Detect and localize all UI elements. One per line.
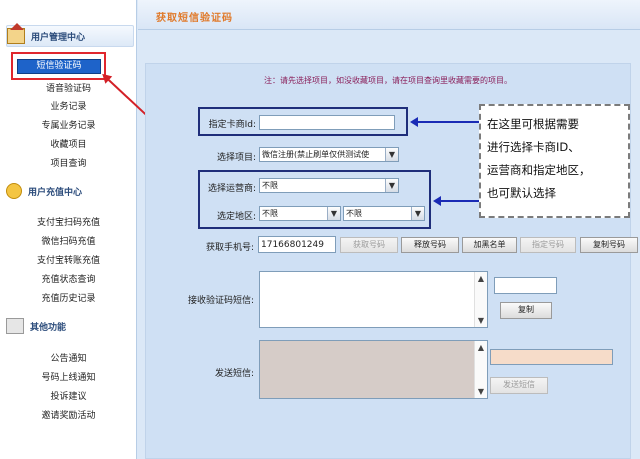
province-value: 不限 (262, 209, 278, 218)
city-value: 不限 (346, 209, 362, 218)
nav-project-query[interactable]: 项目查询 (0, 156, 137, 172)
receive-sms-textarea[interactable]: ▲ ▼ (259, 271, 488, 328)
nav-favorites[interactable]: 收藏项目 (0, 137, 137, 153)
operator-label: 选择运营商: (207, 184, 256, 194)
operator-value: 不限 (262, 181, 278, 190)
tools-icon (6, 318, 24, 334)
send-target-input[interactable] (490, 349, 613, 365)
section-title: 用户充值中心 (28, 187, 83, 198)
chevron-down-icon: ▼ (411, 207, 424, 220)
section-title: 其他功能 (30, 322, 67, 333)
send-sms-button[interactable]: 发送短信 (490, 377, 548, 394)
card-merchant-label: 指定卡商Id: (208, 120, 256, 130)
nav-number-online[interactable]: 号码上线通知 (0, 370, 137, 386)
nav-business-records[interactable]: 业务记录 (0, 99, 137, 115)
home-icon (7, 23, 25, 44)
nav-announcements[interactable]: 公告通知 (0, 351, 137, 367)
card-merchant-input[interactable] (259, 115, 395, 130)
nav-exclusive-records[interactable]: 专属业务记录 (0, 118, 137, 134)
nav-recharge-status[interactable]: 充值状态查询 (0, 272, 137, 288)
page-title: 获取短信验证码 (156, 13, 233, 24)
nav-alipay-scan[interactable]: 支付宝扫码充值 (0, 215, 137, 231)
section-other[interactable]: 其他功能 (6, 315, 134, 337)
callout-line: 在这里可根据需要 (487, 117, 579, 131)
operator-select[interactable]: 不限 ▼ (259, 178, 399, 193)
province-select[interactable]: 不限 ▼ (259, 206, 341, 221)
nav-sms-code[interactable]: 短信验证码 (17, 59, 101, 74)
nav-invite-rewards[interactable]: 邀请奖励活动 (0, 408, 137, 424)
phone-label: 获取手机号: (205, 243, 254, 253)
nav-complaints[interactable]: 投诉建议 (0, 389, 137, 405)
coin-icon (6, 183, 22, 199)
title-bar: 获取短信验证码 (138, 0, 640, 30)
region-label: 选定地区: (216, 212, 256, 222)
scroll-up-icon[interactable]: ▲ (476, 343, 486, 352)
sidebar: 用户管理中心 短信验证码 语音验证码 业务记录 专属业务记录 收藏项目 项目查询… (0, 0, 137, 459)
project-select[interactable]: 微信注册(禁止刷单仅供测试使 ▼ (259, 147, 399, 162)
receive-sms-label: 接收验证码短信: (187, 296, 254, 306)
nav-recharge-history[interactable]: 充值历史记录 (0, 291, 137, 307)
section-recharge[interactable]: 用户充值中心 (6, 180, 134, 202)
get-number-button[interactable]: 获取号码 (340, 237, 398, 253)
callout-line: 进行选择卡商ID、 (487, 140, 580, 154)
nav-wechat-scan[interactable]: 微信扫码充值 (0, 234, 137, 250)
release-number-button[interactable]: 释放号码 (401, 237, 459, 253)
phone-number-input[interactable] (258, 236, 336, 253)
scroll-down-icon[interactable]: ▼ (476, 316, 486, 325)
city-select[interactable]: 不限 ▼ (343, 206, 425, 221)
specify-number-button[interactable]: 指定号码 (520, 237, 576, 253)
scroll-up-icon[interactable]: ▲ (476, 274, 486, 283)
annotation-callout: 在这里可根据需要 进行选择卡商ID、 运营商和指定地区， 也可默认选择 (479, 104, 630, 218)
scrollbar[interactable]: ▲ ▼ (474, 341, 487, 398)
callout-line: 运营商和指定地区， (487, 163, 591, 177)
chevron-down-icon: ▼ (327, 207, 340, 220)
code-output-input[interactable] (494, 277, 557, 294)
chevron-down-icon: ▼ (385, 148, 398, 161)
copy-number-button[interactable]: 复制号码 (580, 237, 638, 253)
scroll-down-icon[interactable]: ▼ (476, 387, 486, 396)
chevron-down-icon: ▼ (385, 179, 398, 192)
section-user-management[interactable]: 用户管理中心 (6, 23, 134, 47)
blacklist-button[interactable]: 加黑名单 (462, 237, 517, 253)
arrow-left-icon (410, 117, 479, 127)
copy-button[interactable]: 复制 (500, 302, 552, 319)
scrollbar[interactable]: ▲ ▼ (474, 272, 487, 327)
send-sms-textarea[interactable]: ▲ ▼ (259, 340, 488, 399)
nav-alipay-transfer[interactable]: 支付宝转账充值 (0, 253, 137, 269)
notice-text: 注：请先选择项目，如没收藏项目，请在项目查询里收藏需要的项目。 (264, 76, 512, 85)
arrow-left-icon (433, 196, 479, 206)
send-sms-label: 发送短信: (214, 369, 254, 379)
project-label: 选择项目: (216, 153, 256, 163)
section-title: 用户管理中心 (31, 32, 86, 43)
project-value: 微信注册(禁止刷单仅供测试使 (262, 150, 370, 159)
callout-line: 也可默认选择 (487, 186, 556, 200)
